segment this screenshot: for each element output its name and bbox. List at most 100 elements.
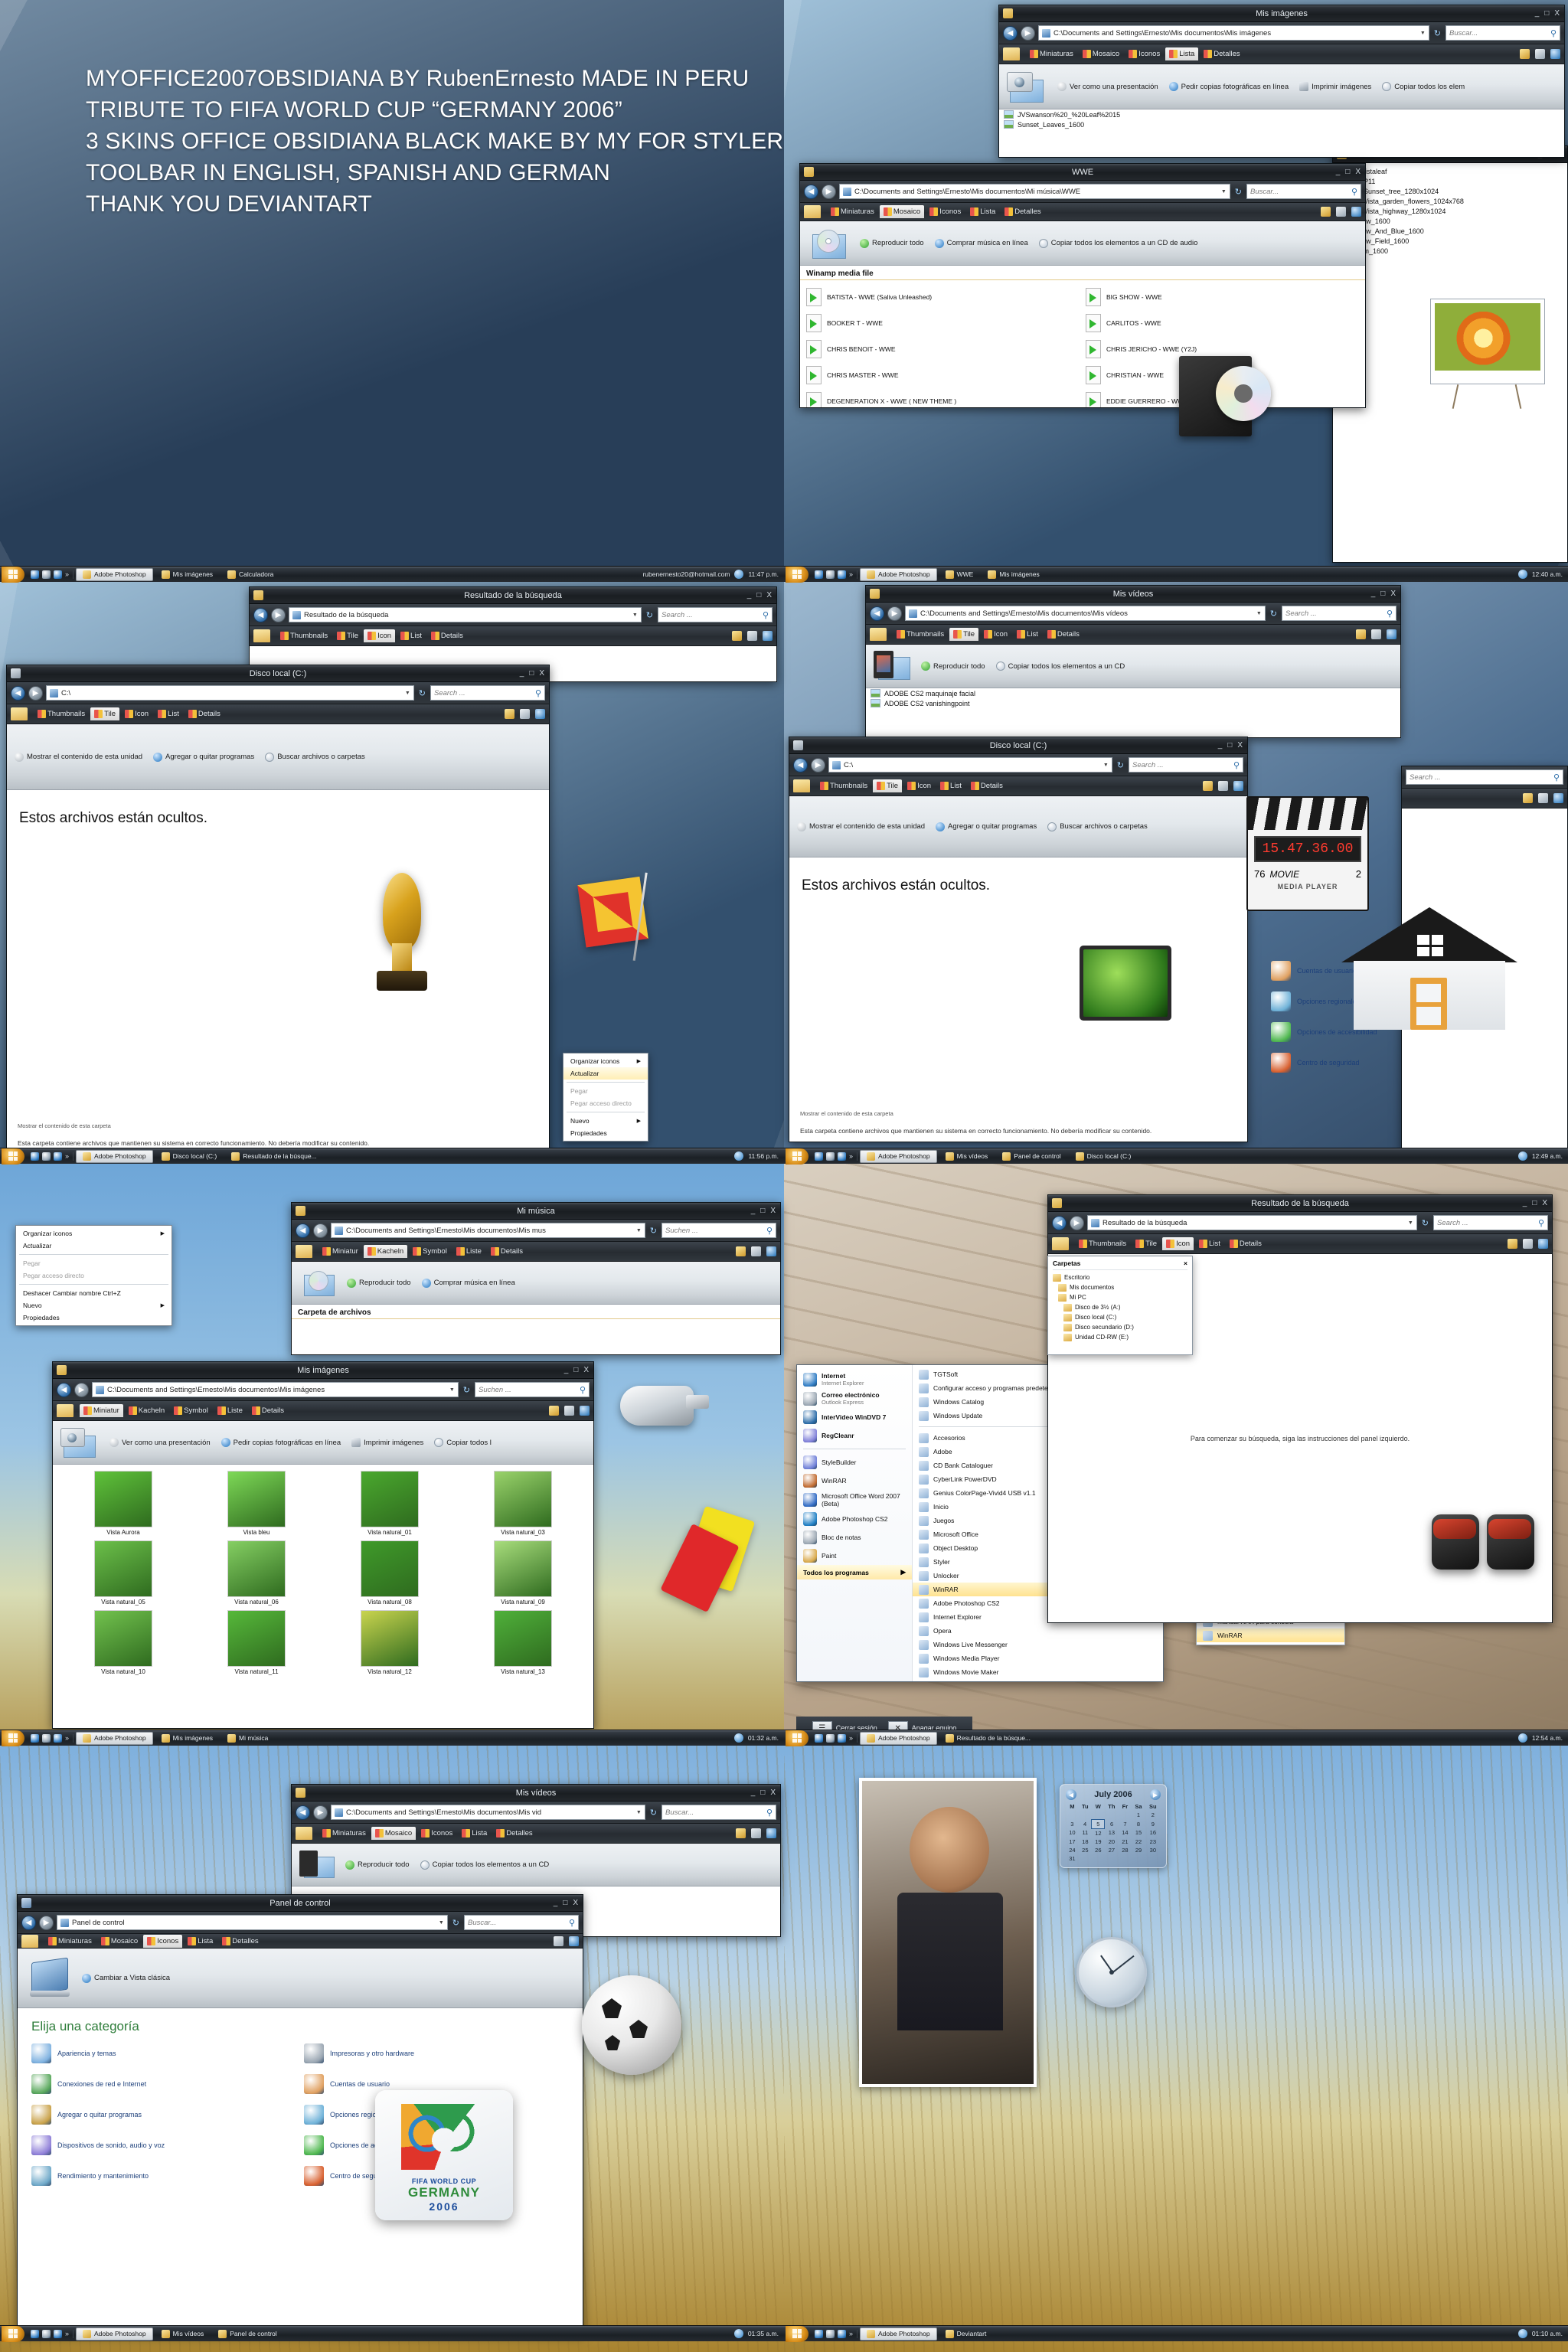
- calendar-day[interactable]: 13: [1105, 1828, 1119, 1838]
- quick-launch-bar[interactable]: »: [811, 2329, 858, 2338]
- start-pinned-item[interactable]: Correo electrónico Outlook Express: [797, 1389, 912, 1408]
- task-actions[interactable]: Mostrar el contenido de esta unidad Agreg…: [15, 752, 365, 762]
- list-item[interactable]: ws_Vista_highway_1280x1024: [1333, 206, 1567, 216]
- key-icon[interactable]: [1508, 1239, 1517, 1249]
- list-item[interactable]: ADOBE CS2 vanishingpoint: [866, 698, 1400, 708]
- context-menu-item[interactable]: Nuevo ▶: [16, 1299, 172, 1312]
- address-bar[interactable]: ◀ ▶ C:\Documents and Settings\Ernesto\Mi…: [292, 1802, 780, 1824]
- search-input[interactable]: Suchen ... ⚲: [475, 1382, 590, 1397]
- view-tab-detalles[interactable]: Detalles: [218, 1935, 262, 1948]
- chevron-right-icon[interactable]: »: [65, 1152, 69, 1161]
- forward-button[interactable]: ▶: [822, 184, 836, 199]
- search-input[interactable]: Search ... ⚲: [1282, 606, 1396, 621]
- path-input[interactable]: Resultado de la búsqueda ▼: [1087, 1215, 1417, 1230]
- search-icon[interactable]: ⚲: [763, 610, 769, 620]
- tree-item[interactable]: Disco de 3½ (A:): [1053, 1302, 1187, 1312]
- chevron-right-icon[interactable]: »: [849, 570, 853, 579]
- view-tab-tile[interactable]: Tile: [1132, 1237, 1161, 1250]
- taskbar-button[interactable]: Adobe Photoshop: [76, 1149, 153, 1163]
- tree-item[interactable]: Disco secundario (D:): [1053, 1322, 1187, 1332]
- task-action[interactable]: Copiar todos l: [434, 1438, 492, 1447]
- view-tab-details[interactable]: Details: [1044, 628, 1083, 641]
- start-program-item[interactable]: Windows Media Player: [913, 1651, 1088, 1665]
- path-input[interactable]: Resultado de la búsqueda ▼: [289, 607, 642, 622]
- start-button[interactable]: [2, 566, 24, 583]
- window-mis-imagenes-de[interactable]: Mis imágenes _ □ X ◀ ▶ C:\Documents and …: [52, 1361, 594, 1729]
- taskbar-button[interactable]: Disco local (C:): [1070, 1150, 1138, 1163]
- task-actions[interactable]: Reproducir todo Copiar todos los elemento…: [921, 662, 1125, 671]
- back-button[interactable]: ◀: [11, 685, 25, 701]
- show-desktop-icon[interactable]: [826, 570, 835, 579]
- address-bar[interactable]: Search ... ⚲: [1402, 766, 1567, 789]
- back-button[interactable]: ◀: [1003, 25, 1018, 41]
- clock[interactable]: 11:47 p.m.: [748, 570, 779, 578]
- calendar-day[interactable]: 4: [1079, 1819, 1092, 1828]
- calendar-day[interactable]: 25: [1079, 1846, 1092, 1854]
- show-desktop-icon[interactable]: [826, 1733, 835, 1743]
- path-input[interactable]: C:\Documents and Settings\Ernesto\Mis do…: [92, 1382, 459, 1397]
- chevron-down-icon[interactable]: ▼: [1256, 611, 1262, 616]
- back-button[interactable]: ◀: [296, 1223, 310, 1238]
- start-button[interactable]: [786, 566, 808, 583]
- view-tab-miniaturas[interactable]: Miniaturas: [827, 205, 878, 218]
- context-menu-row3[interactable]: Organizar iconos ▶ Actualizar Pegar Pegar ac…: [15, 1225, 172, 1326]
- search-icon[interactable]: ⚲: [1351, 187, 1357, 197]
- clipboard-icon[interactable]: [1538, 793, 1548, 803]
- list-item[interactable]: Zoom_1600: [1333, 246, 1567, 256]
- context-menu-item[interactable]: Actualizar: [564, 1067, 648, 1080]
- calendar-day[interactable]: 22: [1132, 1838, 1145, 1846]
- window-controls[interactable]: _ □ X: [747, 591, 772, 599]
- refresh-icon[interactable]: ↻: [462, 1385, 472, 1395]
- task-actions[interactable]: Mostrar el contenido de esta unidad Agreg…: [797, 822, 1148, 831]
- task-actions[interactable]: Cambiar a Vista clásica: [82, 1973, 170, 1983]
- calendar-day[interactable]: 7: [1119, 1819, 1132, 1828]
- minimize-icon[interactable]: _: [1523, 1199, 1527, 1207]
- task-action[interactable]: Agregar o quitar programas: [936, 822, 1037, 831]
- chevron-down-icon[interactable]: ▼: [632, 612, 638, 618]
- view-tab-details[interactable]: Details: [185, 707, 224, 720]
- titlebar[interactable]: Disco local (C:) _ □ X: [7, 665, 549, 682]
- tray-icon[interactable]: [734, 1152, 744, 1161]
- minimize-icon[interactable]: _: [564, 1366, 569, 1374]
- window-mi-musica[interactable]: Mi música _ □ X ◀ ▶ C:\Documents and Set…: [291, 1202, 781, 1355]
- task-action[interactable]: Agregar o quitar programas: [153, 752, 254, 762]
- toolbar-right-icons[interactable]: [549, 1406, 590, 1416]
- view-tab-tile[interactable]: Tile: [873, 779, 903, 792]
- quick-launch-bar[interactable]: »: [811, 1733, 858, 1743]
- back-button[interactable]: ◀: [804, 184, 818, 199]
- clock[interactable]: 12:49 a.m.: [1532, 1152, 1563, 1160]
- maximize-icon[interactable]: □: [756, 591, 761, 599]
- winrar-submenu-item[interactable]: WinRAR: [1197, 1628, 1344, 1642]
- titlebar[interactable]: Mis vídeos _ □ X: [866, 586, 1400, 603]
- show-desktop-icon[interactable]: [42, 570, 51, 579]
- search-input[interactable]: Buscar... ⚲: [1446, 25, 1560, 41]
- calendar-day[interactable]: 24: [1066, 1846, 1079, 1854]
- view-tab-miniatur[interactable]: Miniatur: [80, 1404, 123, 1417]
- view-tab-icon[interactable]: Icon: [121, 707, 152, 720]
- context-menu-item[interactable]: Nuevo ▶: [564, 1115, 648, 1127]
- window-wwe[interactable]: WWE _ □ X ◀ ▶ C:\Documents and Settings\…: [799, 163, 1366, 408]
- key-icon[interactable]: [1321, 207, 1331, 217]
- media-player-icon[interactable]: [54, 570, 62, 579]
- search-icon[interactable]: ⚲: [766, 1808, 773, 1818]
- calendar-day[interactable]: 27: [1105, 1846, 1119, 1854]
- refresh-icon[interactable]: ↻: [648, 1226, 658, 1236]
- start-button[interactable]: [786, 2325, 808, 2342]
- forward-button[interactable]: ▶: [313, 1223, 328, 1238]
- close-icon[interactable]: X: [770, 1207, 776, 1215]
- ie-icon[interactable]: [815, 1152, 823, 1161]
- thumbnail-item[interactable]: Vista natural_08: [325, 1540, 454, 1606]
- start-button[interactable]: [786, 1730, 808, 1746]
- view-tab-list[interactable]: List: [397, 629, 426, 642]
- file-tiles[interactable]: BATISTA - WWE (Saliva Unleashed) BIG SHOW…: [800, 280, 1365, 407]
- ie-icon[interactable]: [31, 570, 39, 579]
- search-icon[interactable]: ⚲: [1550, 28, 1557, 38]
- system-tray[interactable]: 01:10 a.m.: [1513, 2329, 1568, 2338]
- maximize-icon[interactable]: □: [1227, 741, 1232, 750]
- minimize-icon[interactable]: _: [520, 669, 524, 678]
- clipboard-icon[interactable]: [1336, 207, 1346, 217]
- view-toolbar[interactable]: Thumbnails Tile Icon List Details: [789, 776, 1247, 796]
- file-list[interactable]: Carpeta de archivos: [292, 1305, 780, 1354]
- taskbar-button[interactable]: Resultado de la búsque...: [225, 1150, 322, 1163]
- system-tray[interactable]: 12:54 a.m.: [1513, 1733, 1568, 1743]
